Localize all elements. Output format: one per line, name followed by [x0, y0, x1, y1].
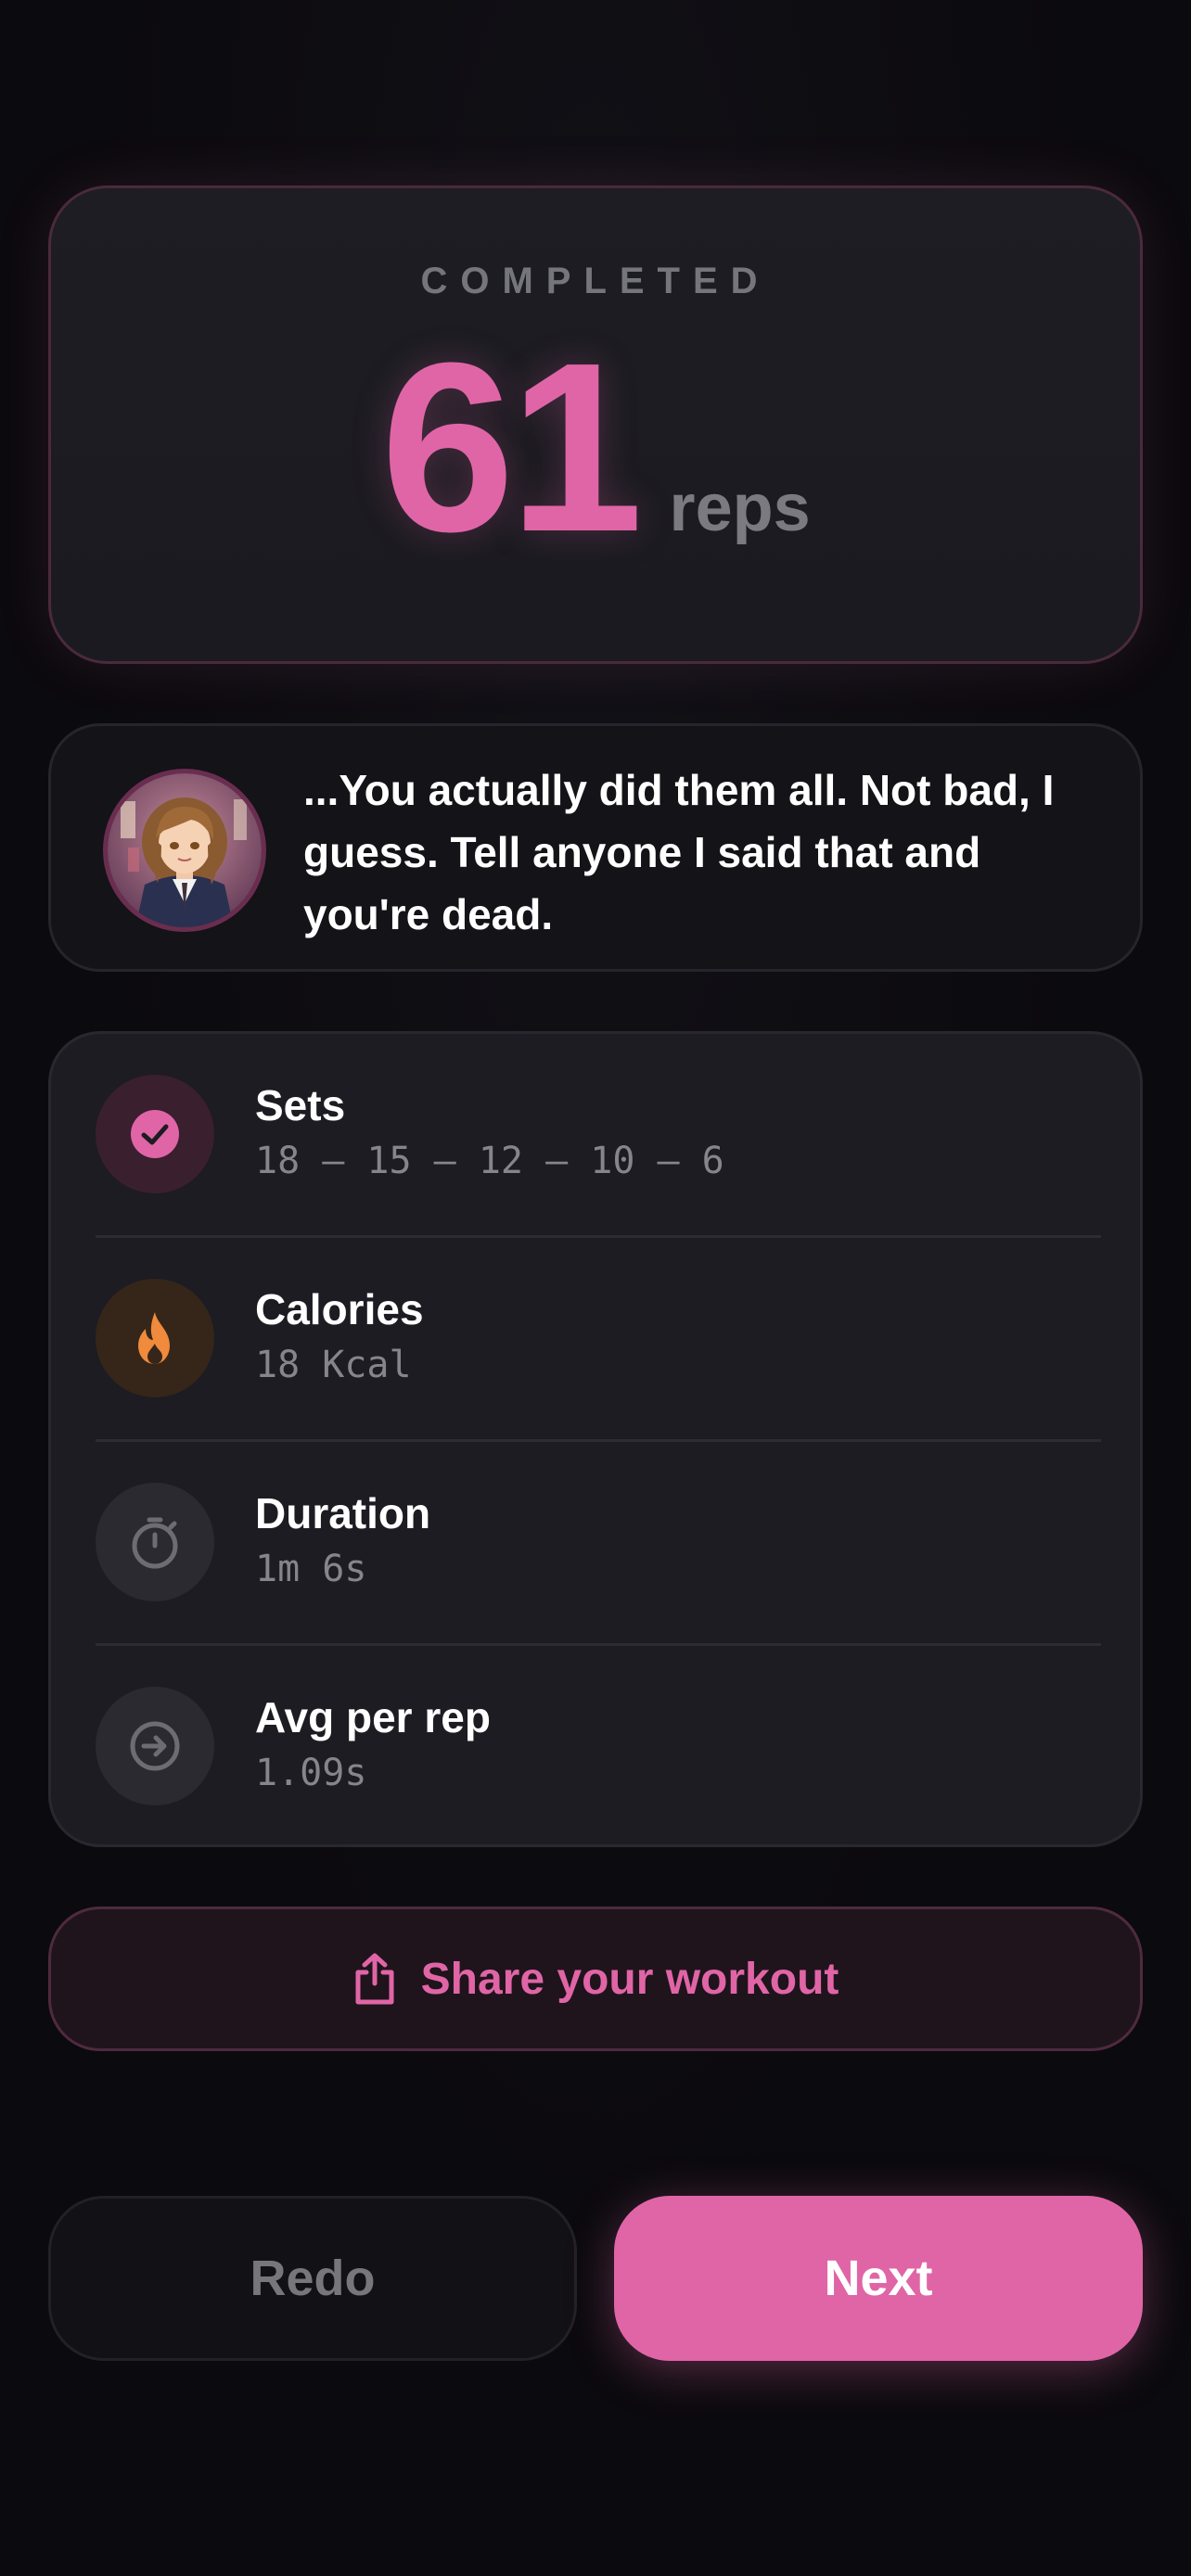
stat-label: Sets: [255, 1081, 346, 1129]
stat-value: 1.09s: [255, 1752, 367, 1794]
stat-label: Avg per rep: [255, 1693, 491, 1741]
stat-row-calories: Calories 18 Kcal: [96, 1238, 1101, 1442]
arrow-right-circle-icon: [96, 1687, 214, 1805]
workout-stats-card: Sets 18 — 15 — 12 — 10 — 6 Calories 18 K…: [48, 1031, 1143, 1847]
stopwatch-icon: [96, 1483, 214, 1601]
completed-card: COMPLETED 61 reps: [48, 185, 1143, 664]
share-label: Share your workout: [420, 1954, 839, 2004]
coach-quote-text: ...You actually did them all. Not bad, I…: [303, 766, 1055, 938]
anime-character-avatar-icon: [108, 773, 262, 927]
share-icon: [355, 1953, 394, 2005]
stat-row-avg-per-rep: Avg per rep 1.09s: [96, 1646, 1101, 1850]
reps-row: 61 reps: [51, 327, 1140, 568]
coach-avatar: [103, 769, 266, 932]
next-button[interactable]: Next: [614, 2196, 1143, 2361]
redo-button[interactable]: Redo: [48, 2196, 577, 2361]
stat-row-sets: Sets 18 — 15 — 12 — 10 — 6: [96, 1034, 1101, 1238]
stat-label: Duration: [255, 1489, 431, 1537]
coach-quote-card: ...You actually did them all. Not bad, I…: [48, 723, 1143, 972]
completed-label: COMPLETED: [420, 261, 771, 301]
workout-complete-screen: COMPLETED 61 reps ...You actually did th…: [0, 0, 1191, 2576]
stat-value: 18 — 15 — 12 — 10 — 6: [255, 1140, 724, 1182]
checkmark-icon: [96, 1075, 214, 1193]
stat-value: 1m 6s: [255, 1548, 367, 1590]
share-workout-button[interactable]: Share your workout: [48, 1906, 1143, 2051]
reps-count: 61: [380, 313, 643, 582]
flame-icon: [96, 1279, 214, 1397]
stat-label: Calories: [255, 1285, 424, 1333]
stat-row-duration: Duration 1m 6s: [96, 1442, 1101, 1646]
stat-value: 18 Kcal: [255, 1344, 412, 1386]
reps-unit: reps: [669, 471, 811, 545]
